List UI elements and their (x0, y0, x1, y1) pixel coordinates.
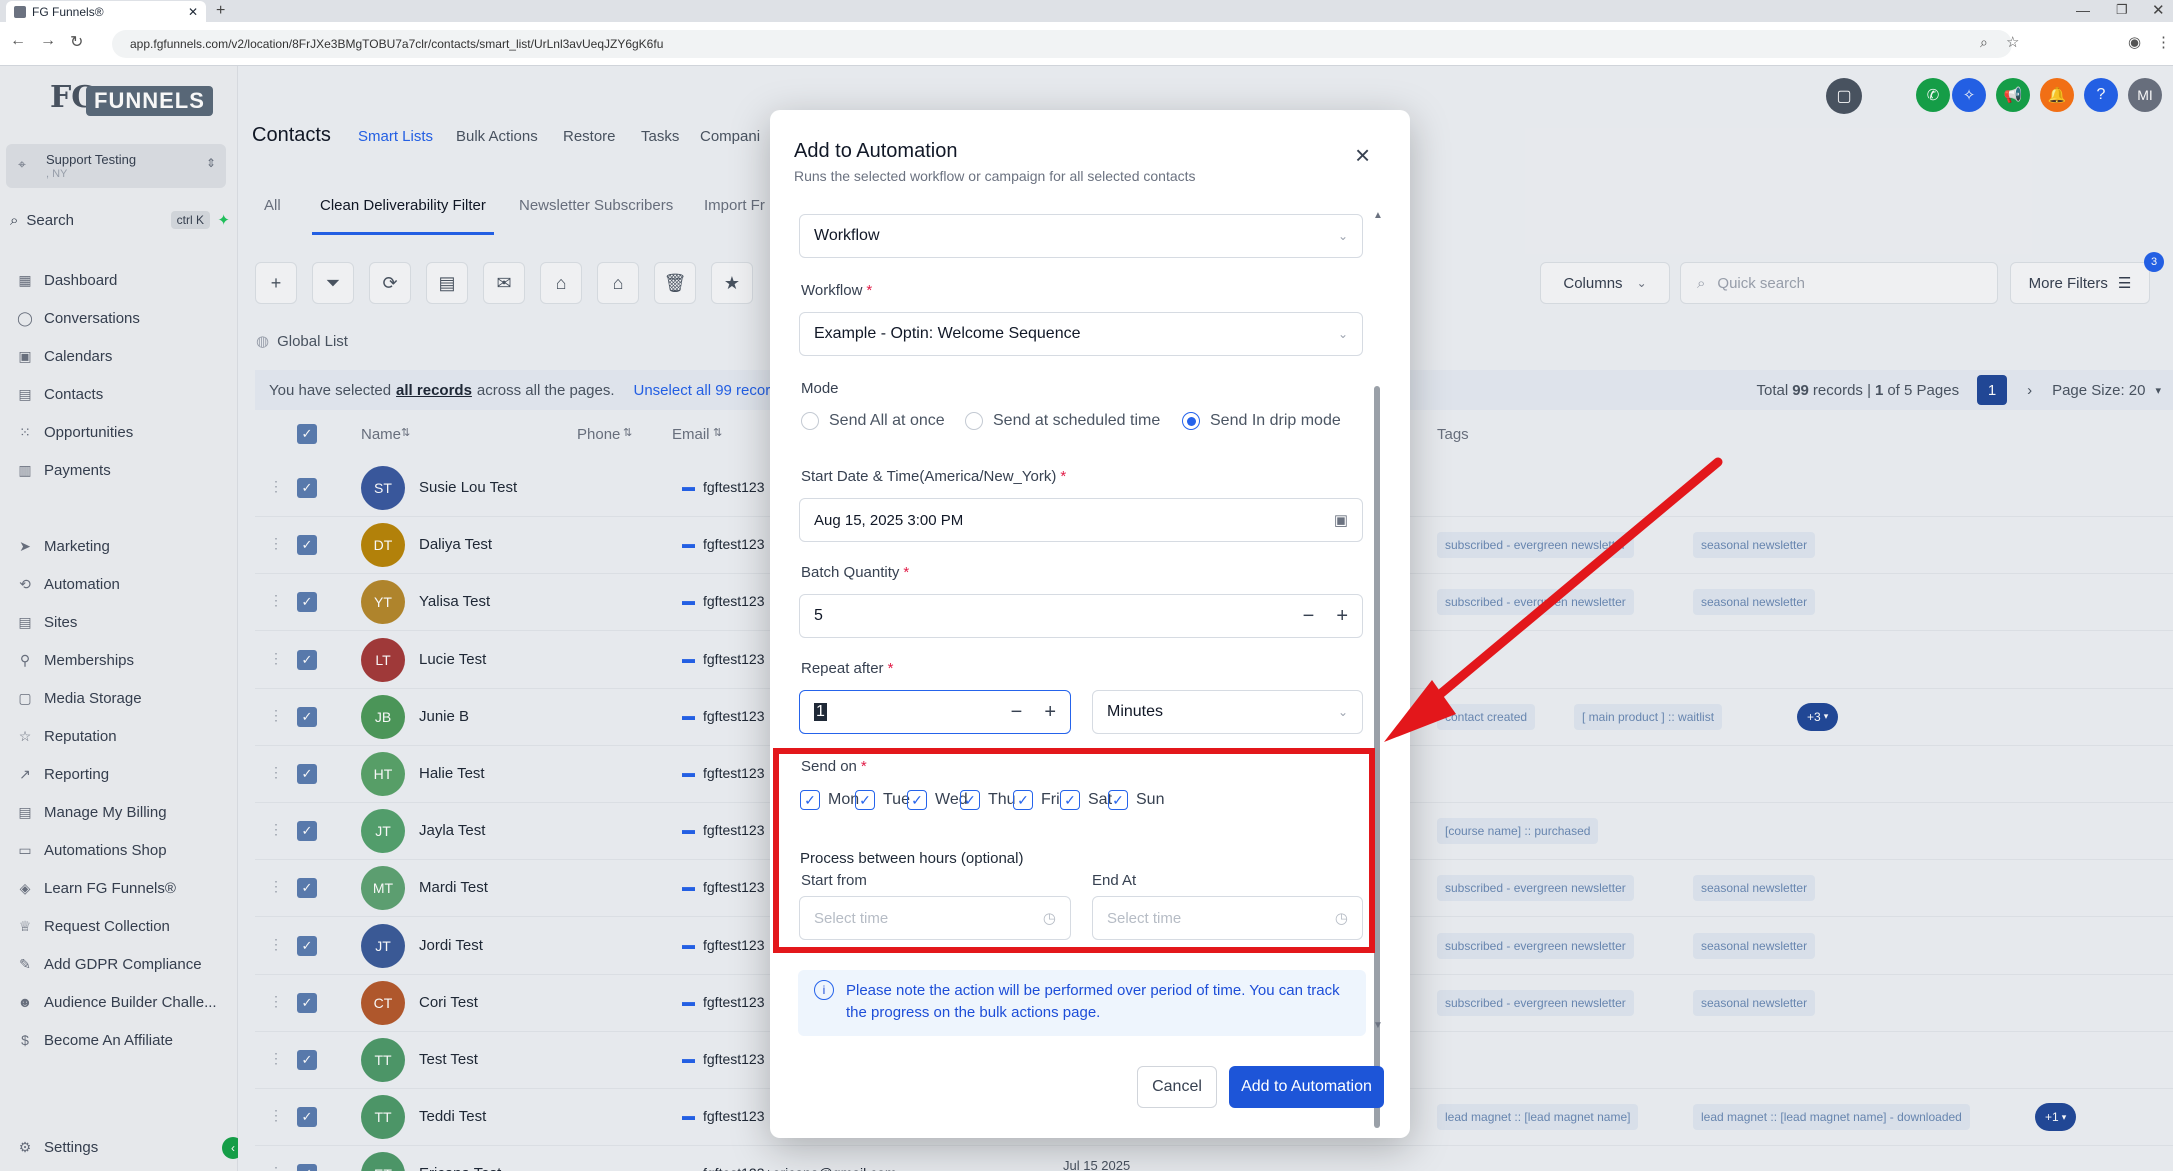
type-value: Workflow (814, 227, 880, 244)
type-select[interactable]: Workflow ⌄ (799, 214, 1363, 258)
repeat-unit-select[interactable]: Minutes ⌄ (1092, 690, 1363, 734)
browser-tab[interactable]: FG Funnels® ✕ (6, 1, 206, 22)
mode-send-all-label: Send All at once (829, 412, 945, 429)
workflow-label-text: Workflow (801, 282, 863, 299)
restore-icon[interactable]: ❐ (2116, 2, 2128, 18)
repeat-after-value: 1 (814, 703, 827, 721)
chevron-down-icon: ⌄ (1337, 229, 1348, 243)
chevron-down-icon: ⌄ (1337, 705, 1348, 719)
start-date-label: Start Date & Time(America/New_York) * (801, 468, 1067, 485)
close-icon[interactable]: × (1355, 140, 1370, 171)
browser-toolbar: ← → ↻ app.fgfunnels.com/v2/location/8FrJ… (0, 22, 2173, 66)
favicon-icon (14, 5, 26, 18)
mode-drip-label: Send In drip mode (1210, 412, 1341, 429)
info-icon: i (814, 980, 834, 1000)
zoom-icon[interactable]: ⌕ (1980, 34, 1988, 51)
start-date-input[interactable]: Aug 15, 2025 3:00 PM ▣ (799, 498, 1363, 542)
minus-icon[interactable]: − (1011, 701, 1023, 724)
url-text: app.fgfunnels.com/v2/location/8FrJXe3BMg… (130, 37, 664, 51)
chevron-down-icon: ⌄ (1337, 327, 1348, 341)
mode-send-all-radio[interactable]: Send All at once (801, 412, 945, 430)
info-note-text: Please note the action will be performed… (846, 982, 1340, 1021)
batch-quantity-stepper[interactable]: 5 − + (799, 594, 1363, 638)
plus-icon[interactable]: + (1336, 605, 1348, 628)
highlight-box (773, 748, 1375, 953)
repeat-unit-value: Minutes (1107, 703, 1164, 720)
scroll-up-icon[interactable]: ▲ (1373, 210, 1383, 221)
mode-scheduled-radio[interactable]: Send at scheduled time (965, 412, 1160, 430)
minus-icon[interactable]: − (1303, 605, 1315, 628)
start-date-label-text: Start Date & Time(America/New_York) (801, 468, 1057, 485)
repeat-after-label: Repeat after * (801, 660, 894, 677)
modal-title: Add to Automation (794, 140, 958, 162)
batch-quantity-label-text: Batch Quantity (801, 564, 900, 581)
radio-off-icon (965, 412, 983, 430)
reload-icon[interactable]: ↻ (70, 32, 83, 52)
workflow-value: Example - Optin: Welcome Sequence (814, 325, 1081, 342)
close-window-icon[interactable]: ✕ (2152, 1, 2165, 19)
new-tab-icon[interactable]: + (216, 2, 225, 20)
cancel-button[interactable]: Cancel (1137, 1066, 1217, 1108)
mode-drip-radio[interactable]: Send In drip mode (1182, 412, 1341, 430)
bookmark-star-icon[interactable]: ☆ (2006, 33, 2019, 51)
add-to-automation-modal: Add to Automation Runs the selected work… (770, 110, 1410, 1138)
add-to-automation-button[interactable]: Add to Automation (1229, 1066, 1384, 1108)
batch-quantity-label: Batch Quantity * (801, 564, 910, 581)
minimize-icon[interactable]: — (2076, 2, 2090, 18)
address-bar[interactable]: app.fgfunnels.com/v2/location/8FrJXe3BMg… (112, 30, 2012, 58)
back-icon[interactable]: ← (10, 32, 26, 50)
menu-kebab-icon[interactable]: ⋮ (2156, 33, 2171, 51)
profile-icon[interactable]: ◉ (2128, 33, 2141, 51)
browser-tab-title: FG Funnels® (32, 4, 104, 19)
annotation-arrow (1384, 457, 1723, 742)
browser-tab-bar: FG Funnels® ✕ + — ❐ ✕ (0, 0, 2173, 22)
batch-quantity-value: 5 (814, 607, 823, 624)
repeat-after-label-text: Repeat after (801, 660, 884, 677)
mode-scheduled-label: Send at scheduled time (993, 412, 1161, 429)
forward-icon[interactable]: → (40, 32, 56, 50)
calendar-icon[interactable]: ▣ (1334, 511, 1348, 529)
close-tab-icon[interactable]: ✕ (188, 5, 198, 19)
plus-icon[interactable]: + (1044, 701, 1056, 724)
repeat-after-stepper[interactable]: 1 − + (799, 690, 1071, 734)
start-date-value: Aug 15, 2025 3:00 PM (814, 511, 964, 529)
scroll-down-icon[interactable]: ▼ (1373, 1020, 1383, 1031)
mode-label: Mode (801, 380, 839, 397)
workflow-select[interactable]: Example - Optin: Welcome Sequence ⌄ (799, 312, 1363, 356)
modal-subtitle: Runs the selected workflow or campaign f… (794, 168, 1196, 184)
radio-off-icon (801, 412, 819, 430)
radio-on-icon (1182, 412, 1200, 430)
workflow-label: Workflow * (801, 282, 873, 299)
info-note: i Please note the action will be perform… (798, 970, 1366, 1036)
